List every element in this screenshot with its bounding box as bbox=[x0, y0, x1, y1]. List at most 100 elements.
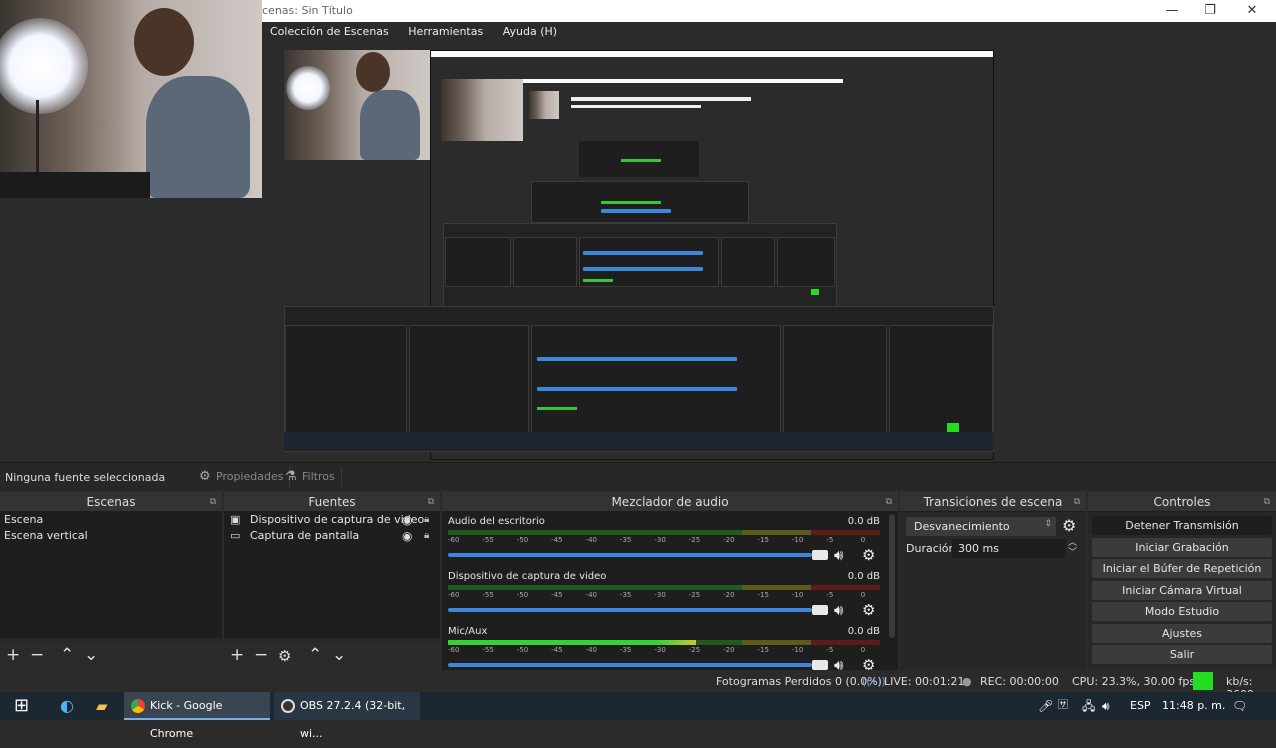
channel-name: Audio del escritorio bbox=[448, 516, 545, 527]
updown-chevron-icon: ⇕ bbox=[1044, 519, 1052, 529]
studio-mode-button[interactable]: Modo Estudio bbox=[1092, 602, 1272, 621]
stream-health-indicator bbox=[1193, 672, 1213, 690]
live-icon: ((•)) bbox=[862, 675, 886, 688]
close-button[interactable]: ✕ bbox=[1242, 2, 1262, 20]
sources-dock: Fuentes ⧉ ▣ Dispositivo de captura de vid… bbox=[224, 492, 440, 670]
file-explorer-icon[interactable]: ▰ bbox=[96, 692, 108, 720]
start-replay-buffer-button[interactable]: Iniciar el Búfer de Repetición bbox=[1092, 559, 1272, 578]
language-indicator[interactable]: ESP bbox=[1130, 692, 1151, 720]
cpu-fps: CPU: 23.3%, 30.00 fps bbox=[1072, 675, 1196, 688]
source-properties-gear-icon[interactable]: ⚙ bbox=[278, 647, 291, 665]
undock-icon[interactable]: ⧉ bbox=[1264, 492, 1270, 512]
camera-icon: ▣ bbox=[230, 513, 241, 526]
volume-slider[interactable] bbox=[448, 663, 812, 667]
windows-start-icon[interactable]: ⊞ bbox=[14, 692, 29, 720]
visibility-eye-icon[interactable]: ◉ bbox=[402, 528, 412, 544]
menu-scene-collection[interactable]: Colección de Escenas bbox=[262, 22, 397, 41]
add-scene-icon[interactable]: + bbox=[6, 645, 20, 665]
stop-streaming-button[interactable]: Detener Transmisión bbox=[1092, 516, 1272, 535]
channel-db: 0.0 dB bbox=[847, 571, 880, 582]
move-up-icon[interactable]: ⌃ bbox=[60, 645, 74, 665]
audio-channel: Dispositivo de captura de video 0.0 dB -… bbox=[446, 571, 882, 626]
maximize-button[interactable]: ❐ bbox=[1200, 2, 1220, 20]
edge-browser-icon[interactable]: ◐ bbox=[60, 692, 74, 720]
undock-icon[interactable]: ⧉ bbox=[886, 492, 892, 512]
move-down-icon[interactable]: ⌄ bbox=[332, 645, 346, 665]
gear-icon[interactable]: ⚙ bbox=[862, 656, 875, 670]
gear-icon[interactable]: ⚙ bbox=[862, 601, 875, 619]
visibility-eye-icon[interactable]: ◉ bbox=[402, 512, 412, 528]
undock-icon[interactable]: ⧉ bbox=[1074, 492, 1080, 512]
menu-bar: Colección de Escenas Herramientas Ayuda … bbox=[262, 22, 1276, 42]
webcam-feed bbox=[0, 0, 262, 198]
transition-select[interactable]: Desvanecimiento ⇕ bbox=[906, 517, 1056, 536]
monitor-icon: ▭ bbox=[230, 529, 241, 542]
volume-slider-handle[interactable] bbox=[812, 605, 828, 615]
speaker-icon[interactable]: 🔊︎ bbox=[834, 601, 843, 619]
menu-tools[interactable]: Herramientas bbox=[400, 22, 491, 41]
speaker-icon[interactable]: 🔊︎ bbox=[834, 656, 843, 670]
move-up-icon[interactable]: ⌃ bbox=[308, 645, 322, 665]
move-down-icon[interactable]: ⌄ bbox=[84, 645, 98, 665]
start-recording-button[interactable]: Iniciar Grabación bbox=[1092, 538, 1272, 557]
audio-channel: Mic/Aux 0.0 dB -60 -55 -50 -45 -40 -35 -30 -25-… bbox=[446, 626, 882, 670]
meter-ticks: -60 -55 -50 -45 -40 -35 -30 -25 -20 -15 -10 -5 0 bbox=[448, 591, 866, 599]
meter-ticks: -60 -55 -50 -45 -40 -35 -30 -25 -20 -15 -10 -5 0 bbox=[448, 646, 866, 654]
exit-button[interactable]: Salir bbox=[1092, 645, 1272, 664]
volume-icon[interactable]: 🔊︎ bbox=[1102, 692, 1110, 720]
start-virtual-camera-button[interactable]: Iniciar Cámara Virtual bbox=[1092, 581, 1272, 600]
gear-icon: ⚙ bbox=[199, 469, 211, 484]
transition-gear-icon[interactable]: ⚙ bbox=[1062, 516, 1076, 535]
no-source-label: Ninguna fuente seleccionada bbox=[5, 471, 166, 484]
network-icon[interactable]: 🖧 bbox=[1082, 692, 1095, 720]
settings-button[interactable]: Ajustes bbox=[1092, 624, 1272, 643]
preview-canvas[interactable] bbox=[0, 0, 1276, 460]
channel-db: 0.0 dB bbox=[847, 516, 880, 527]
audio-mixer-dock: Mezclador de audio ⧉ Audio del escritorio… bbox=[442, 492, 898, 670]
mixer-scrollbar[interactable] bbox=[889, 514, 895, 638]
volume-slider-handle[interactable] bbox=[812, 660, 828, 670]
duration-spinbox[interactable]: 300 ms bbox=[952, 539, 1066, 558]
undock-icon[interactable]: ⧉ bbox=[428, 492, 434, 512]
chrome-icon bbox=[131, 699, 145, 713]
channel-db: 0.0 dB bbox=[847, 626, 880, 637]
meter-ticks: -60 -55 -50 -45 -40 -35 -30 -25 -20 -15 -10 -5 0 bbox=[448, 536, 866, 544]
minimize-button[interactable]: — bbox=[1162, 2, 1182, 20]
volume-meter bbox=[448, 530, 880, 535]
scene-item[interactable]: Escena vertical bbox=[0, 528, 222, 544]
spin-arrows-icon[interactable]: ︿ ﹀ bbox=[1068, 538, 1077, 558]
status-bar: Fotogramas Perdidos 0 (0.0%) ((•)) LIVE:… bbox=[0, 670, 1276, 701]
nested-taskbar bbox=[284, 432, 994, 450]
notifications-icon[interactable]: 🗨︎ bbox=[1232, 692, 1247, 720]
scene-item[interactable]: Escena bbox=[0, 512, 222, 528]
ime-icon[interactable]: 🈂︎ bbox=[1058, 692, 1068, 720]
source-item[interactable]: ▣ Dispositivo de captura de video ◉ 🔒︎ bbox=[224, 512, 440, 528]
lock-icon[interactable]: 🔒︎ bbox=[424, 528, 429, 544]
microphone-icon[interactable]: 🎤︎ bbox=[1038, 692, 1053, 720]
mixer-title: Mezclador de audio bbox=[611, 495, 729, 509]
volume-meter bbox=[448, 585, 880, 590]
scenes-title: Escenas bbox=[86, 495, 136, 509]
filter-icon: ⚗ bbox=[285, 469, 297, 484]
volume-slider[interactable] bbox=[448, 608, 812, 612]
volume-slider-handle[interactable] bbox=[812, 550, 828, 560]
undock-icon[interactable]: ⧉ bbox=[210, 492, 216, 512]
add-source-icon[interactable]: + bbox=[230, 645, 244, 665]
menu-help[interactable]: Ayuda (H) bbox=[495, 22, 565, 41]
taskbar-app-chrome[interactable]: Kick - Google Chrome bbox=[124, 692, 270, 740]
duration-label: Duración bbox=[906, 542, 956, 555]
taskbar-app-obs[interactable]: OBS 27.2.4 (32-bit, wi... bbox=[274, 692, 420, 740]
source-item[interactable]: ▭ Captura de pantalla ◉ 🔒︎ bbox=[224, 528, 440, 544]
volume-slider[interactable] bbox=[448, 553, 812, 557]
ring-light bbox=[0, 18, 88, 114]
channel-name: Dispositivo de captura de video bbox=[448, 571, 607, 582]
properties-button[interactable]: ⚙ Propiedades bbox=[196, 467, 291, 487]
clock[interactable]: 11:48 p. m. bbox=[1162, 692, 1225, 720]
filters-button[interactable]: ⚗ Filtros bbox=[282, 467, 342, 487]
sources-list: ▣ Dispositivo de captura de video ◉ 🔒︎ ▭… bbox=[224, 512, 440, 638]
lock-icon[interactable]: 🔒︎ bbox=[424, 512, 429, 528]
speaker-icon[interactable]: 🔊︎ bbox=[834, 546, 843, 564]
gear-icon[interactable]: ⚙ bbox=[862, 546, 875, 564]
remove-scene-icon[interactable]: − bbox=[30, 645, 44, 665]
remove-source-icon[interactable]: − bbox=[254, 645, 268, 665]
